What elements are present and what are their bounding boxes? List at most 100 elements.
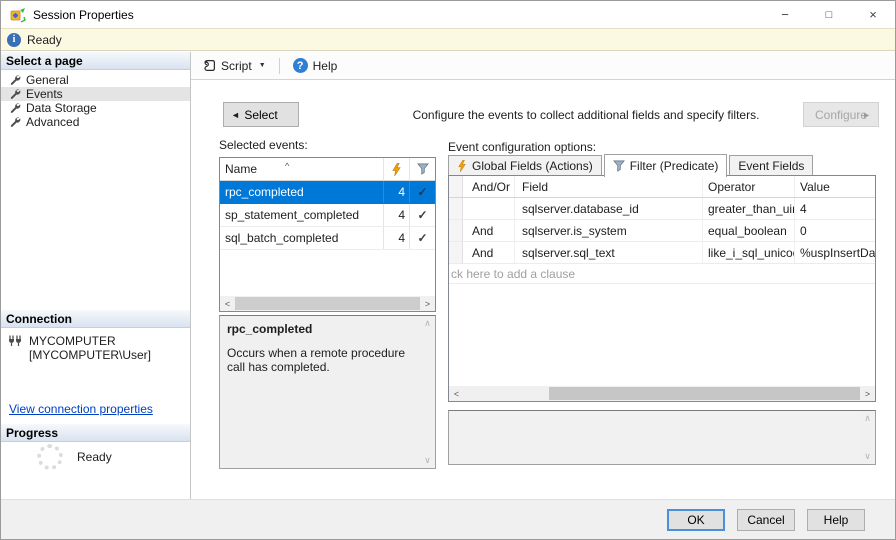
filter-clause-row[interactable]: sqlserver.database_id greater_than_uint.…: [449, 198, 875, 220]
scroll-up-icon[interactable]: ∧: [424, 318, 431, 329]
view-connection-properties-link[interactable]: View connection properties: [9, 402, 153, 416]
filter-grid-header: And/Or Field Operator Value: [449, 176, 875, 198]
left-arrow-icon: ◄: [231, 109, 240, 120]
action-count: 4: [383, 204, 409, 226]
row-selector[interactable]: [449, 220, 463, 241]
row-selector[interactable]: [449, 242, 463, 263]
window-title: Session Properties: [33, 7, 134, 22]
help-footer-button[interactable]: Help: [807, 508, 865, 531]
name-column-header: Name: [225, 162, 258, 176]
minimize-button[interactable]: −: [763, 1, 807, 28]
wrench-icon: [10, 102, 21, 113]
scroll-left-icon[interactable]: <: [220, 299, 235, 309]
operator-column-header: Operator: [703, 176, 795, 197]
tab-filter-predicate[interactable]: Filter (Predicate): [603, 154, 728, 177]
configure-button: Configure ►: [803, 102, 879, 127]
filter-check-icon: ✓: [417, 208, 428, 222]
scroll-right-icon[interactable]: >: [420, 299, 435, 309]
status-bar: i Ready: [1, 28, 895, 51]
table-row[interactable]: sql_batch_completed 4 ✓: [220, 227, 435, 250]
andor-column-header: And/Or: [463, 176, 515, 197]
wrench-icon: [10, 74, 21, 85]
connection-info: MYCOMPUTER [MYCOMPUTER\User]: [7, 334, 186, 362]
session-app-icon: [10, 7, 26, 23]
events-table-header[interactable]: Name ^: [220, 158, 435, 181]
ok-button[interactable]: OK: [667, 508, 725, 531]
action-count: 4: [383, 227, 409, 249]
table-row[interactable]: sp_statement_completed 4 ✓: [220, 204, 435, 227]
maximize-button[interactable]: □: [807, 1, 851, 28]
scroll-up-icon[interactable]: ∧: [864, 413, 871, 424]
script-label: Script: [221, 58, 252, 73]
scroll-right-icon[interactable]: >: [860, 389, 875, 399]
sidebar: Select a page General Events Data Storag…: [1, 52, 191, 499]
toolbar-separator: [278, 57, 280, 74]
sidebar-item-events[interactable]: Events: [1, 87, 190, 101]
actions-column-header[interactable]: [383, 158, 409, 180]
scroll-down-icon[interactable]: ∨: [424, 455, 431, 466]
select-events-button[interactable]: ◄ Select: [223, 102, 299, 127]
filter-predicate-grid: And/Or Field Operator Value sqlserver.da…: [448, 175, 876, 402]
help-button[interactable]: ? Help: [289, 55, 342, 76]
tab-event-fields[interactable]: Event Fields: [729, 155, 814, 176]
script-button[interactable]: Script ▼: [199, 56, 270, 76]
status-text: Ready: [27, 32, 62, 47]
script-icon: [204, 60, 215, 71]
progress-header: Progress: [1, 424, 190, 442]
chevron-down-icon[interactable]: ▼: [259, 62, 266, 69]
instruction-text: Configure the events to collect addition…: [412, 108, 760, 122]
session-properties-dialog: Session Properties − □ × i Ready Select …: [0, 0, 896, 540]
close-button[interactable]: ×: [851, 1, 895, 28]
sidebar-item-label: Advanced: [26, 114, 80, 129]
filter-horizontal-scrollbar[interactable]: < >: [449, 386, 875, 401]
filter-clause-row[interactable]: And sqlserver.is_system equal_boolean 0: [449, 220, 875, 242]
event-description-box: rpc_completed Occurs when a remote proce…: [219, 315, 436, 469]
sidebar-item-label: Data Storage: [26, 100, 97, 115]
progress-spinner-icon: [37, 444, 63, 470]
sidebar-item-advanced[interactable]: Advanced: [1, 115, 190, 129]
sort-ascending-icon: ^: [285, 162, 290, 171]
help-icon: ?: [292, 58, 308, 73]
connection-user: [MYCOMPUTER\User]: [29, 348, 152, 362]
sidebar-item-general[interactable]: General: [1, 73, 190, 87]
field-column-header: Field: [515, 176, 703, 197]
event-description-text: Occurs when a remote procedure call has …: [227, 346, 406, 374]
scrollbar-thumb[interactable]: [235, 297, 420, 310]
filter-check-icon: ✓: [417, 231, 428, 245]
lightning-icon: [458, 160, 466, 172]
progress-status: Ready: [37, 444, 112, 470]
events-horizontal-scrollbar[interactable]: < >: [220, 296, 435, 311]
action-count: 4: [383, 181, 409, 203]
scroll-down-icon[interactable]: ∨: [864, 451, 871, 462]
description-vertical-scrollbar[interactable]: ∧ ∨: [420, 316, 435, 468]
title-bar: Session Properties − □ ×: [1, 1, 895, 28]
filter-column-header[interactable]: [409, 158, 435, 180]
info-icon: i: [7, 32, 21, 47]
funnel-icon: [612, 160, 625, 172]
lightning-icon: [392, 162, 401, 176]
cancel-button[interactable]: Cancel: [737, 508, 795, 531]
filter-check-icon: ✓: [417, 185, 428, 199]
connection-header: Connection: [1, 310, 190, 328]
table-row[interactable]: rpc_completed 4 ✓: [220, 181, 435, 204]
add-clause-row[interactable]: ck here to add a clause: [449, 264, 875, 284]
scrollbar-thumb[interactable]: [549, 387, 860, 400]
filter-clause-row[interactable]: And sqlserver.sql_text like_i_sql_unicod…: [449, 242, 875, 264]
event-description-title: rpc_completed: [227, 322, 313, 336]
funnel-icon: [416, 163, 429, 175]
sidebar-item-label: Events: [26, 86, 63, 101]
main-panel: Script ▼ ? Help ◄ Select Configure the e…: [191, 52, 895, 499]
row-selector[interactable]: [449, 198, 463, 219]
select-a-page-header: Select a page: [1, 52, 190, 70]
right-arrow-icon: ►: [862, 109, 871, 120]
predicate-vertical-scrollbar[interactable]: ∧ ∨: [860, 411, 875, 464]
sidebar-item-data-storage[interactable]: Data Storage: [1, 101, 190, 115]
help-label: Help: [312, 58, 338, 73]
sidebar-item-label: General: [26, 72, 69, 87]
predicate-preview-box[interactable]: ∧ ∨: [448, 410, 876, 465]
value-column-header: Value: [800, 179, 830, 194]
connection-icon: [9, 335, 21, 346]
selected-events-table: Name ^ rpc_completed 4 ✓ sp_statement_co…: [219, 157, 436, 312]
scroll-left-icon[interactable]: <: [449, 389, 464, 399]
tab-global-fields[interactable]: Global Fields (Actions): [448, 155, 602, 176]
